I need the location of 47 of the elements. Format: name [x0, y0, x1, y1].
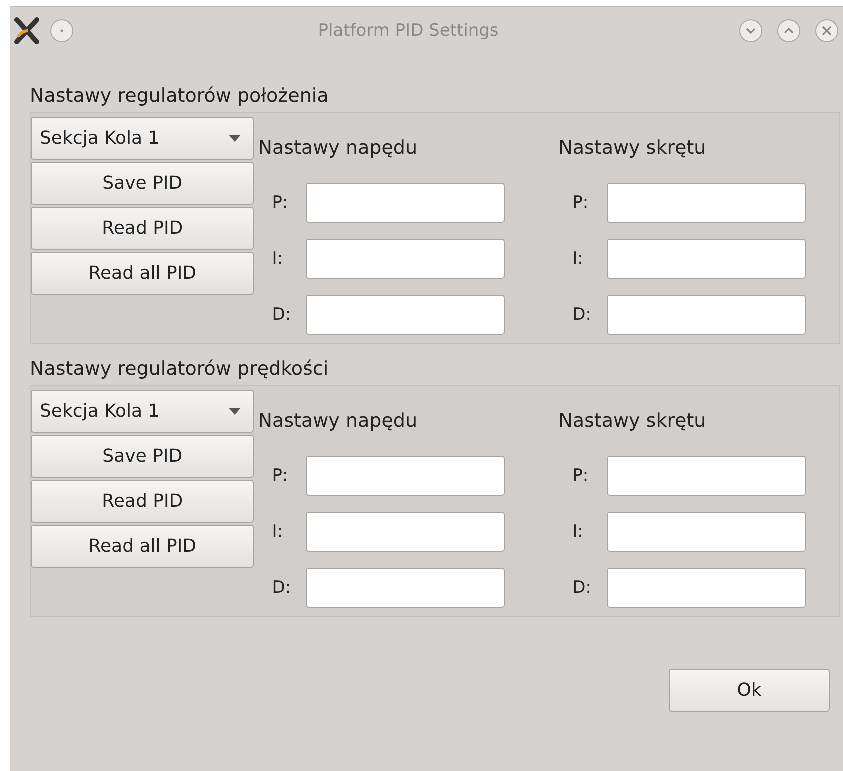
input-field[interactable] [606, 456, 806, 496]
field-label: D: [572, 305, 592, 326]
input-field[interactable] [606, 239, 806, 280]
input-field[interactable] [306, 295, 506, 336]
caret-icon [229, 135, 242, 142]
field-label: D: [271, 305, 292, 326]
input-field[interactable] [306, 456, 506, 496]
input-field[interactable] [606, 295, 806, 336]
action-button[interactable]: Read PID [31, 207, 254, 250]
action-button[interactable]: Read all PID [31, 525, 254, 568]
input-field[interactable] [606, 183, 806, 224]
section-dropdown[interactable]: Sekcja Kola 1 [31, 390, 254, 433]
input-field[interactable] [306, 568, 506, 608]
field-label: P: [271, 193, 290, 214]
ok-button[interactable]: Ok [669, 669, 830, 712]
field-label: I: [271, 249, 284, 270]
column-heading: Nastawy skrętu [558, 410, 708, 434]
field-label: P: [271, 466, 290, 486]
field-label: I: [271, 522, 284, 542]
action-button[interactable]: Read all PID [31, 252, 254, 295]
column-heading: Nastawy napędu [258, 137, 419, 161]
field-label: D: [271, 578, 292, 598]
input-field[interactable] [306, 183, 506, 224]
input-field[interactable] [606, 512, 806, 552]
section-dropdown[interactable]: Sekcja Kola 1 [31, 117, 254, 160]
field-label: P: [572, 193, 590, 214]
section-heading: Nastawy regulatorów położenia [30, 85, 330, 109]
field-label: D: [572, 578, 592, 598]
menu-button-icon[interactable] [50, 19, 74, 43]
action-button[interactable]: Save PID [31, 435, 254, 478]
field-label: I: [572, 522, 584, 542]
window-title: Platform PID Settings [317, 21, 500, 41]
action-button[interactable]: Save PID [31, 162, 254, 205]
field-label: I: [572, 249, 584, 270]
close-button-icon[interactable] [815, 19, 839, 43]
column-heading: Nastawy skrętu [558, 137, 708, 161]
section-heading: Nastawy regulatorów prędkości [30, 358, 330, 382]
action-button[interactable]: Read PID [31, 480, 254, 523]
app-icon [14, 17, 40, 45]
input-field[interactable] [306, 512, 506, 552]
column-heading: Nastawy napędu [258, 410, 419, 434]
caret-icon [229, 408, 242, 415]
field-label: P: [572, 466, 590, 486]
input-field[interactable] [306, 239, 506, 280]
minimize-button-icon[interactable] [739, 19, 763, 43]
maximize-button-icon[interactable] [777, 19, 801, 43]
input-field[interactable] [606, 568, 806, 608]
